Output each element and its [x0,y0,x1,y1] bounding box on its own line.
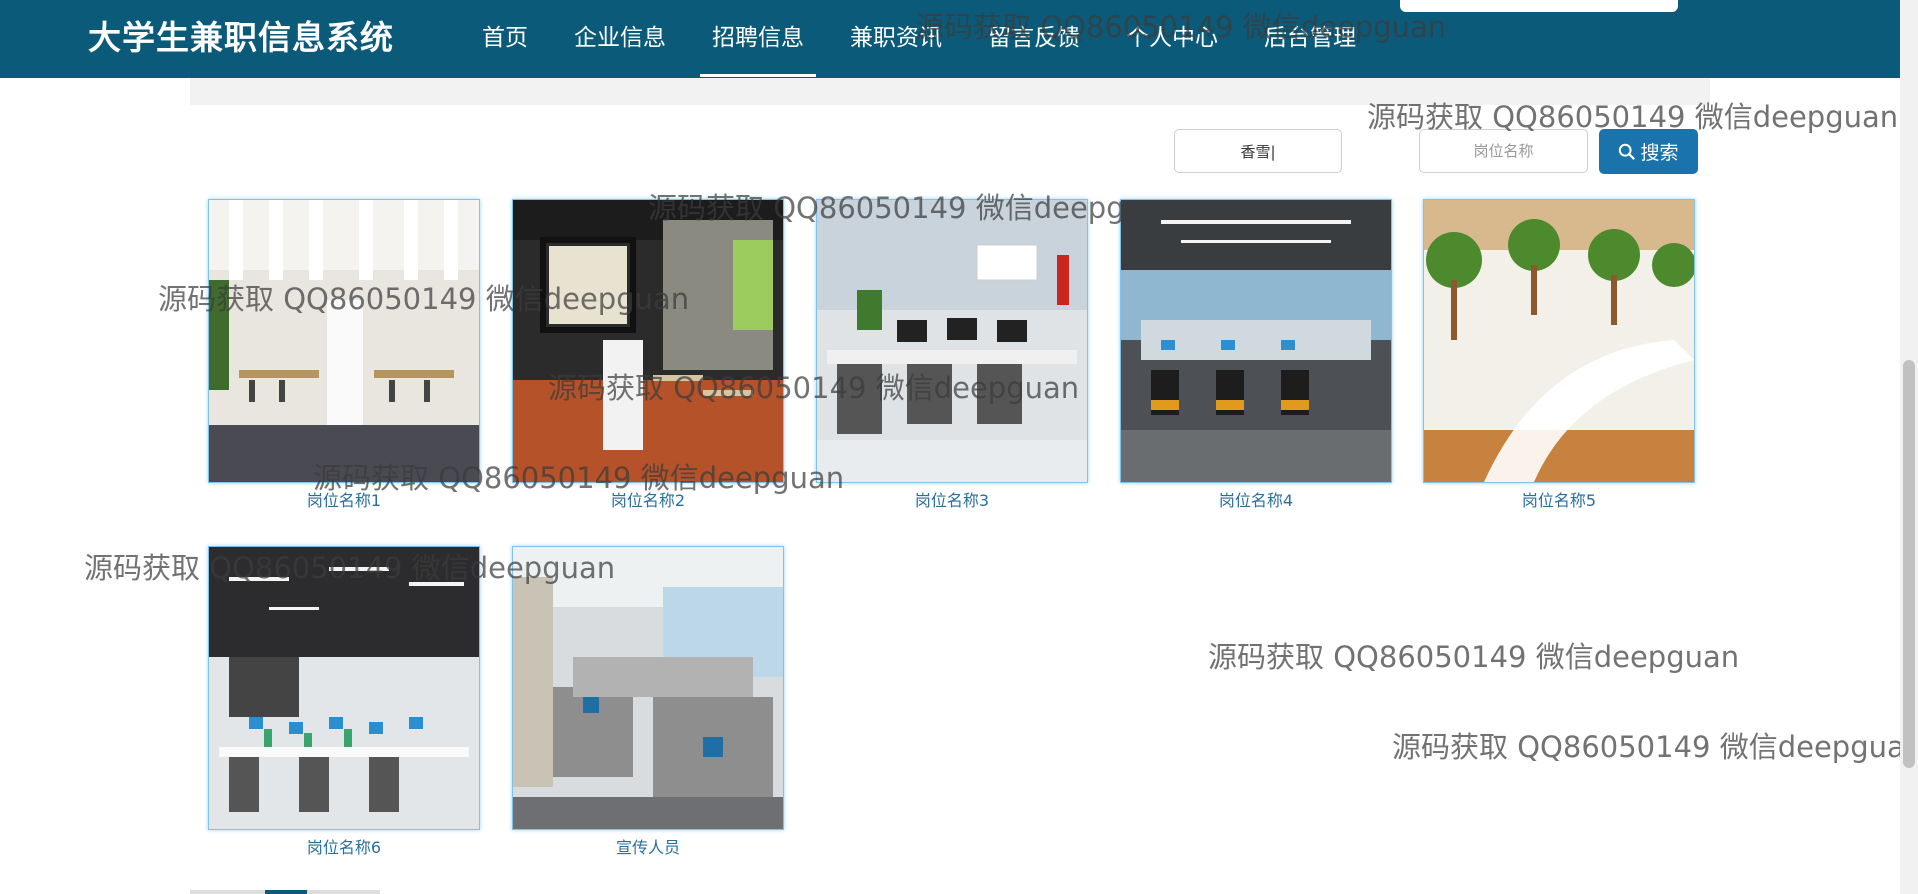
page-scrollbar[interactable] [1900,0,1918,894]
job-title[interactable]: 宣传人员 [512,838,784,858]
pagination [190,890,380,894]
job-title[interactable]: 岗位名称5 [1423,491,1695,511]
banner-bottom-strip [190,78,1710,105]
job-photo-green-lounge[interactable] [1423,199,1695,483]
job-title[interactable]: 岗位名称2 [512,491,784,511]
job-photo-workstation-office[interactable] [816,199,1088,483]
nav-admin[interactable]: 后台管理 [1252,0,1368,78]
job-title[interactable]: 岗位名称1 [208,491,480,511]
job-photo-cubicle-office[interactable] [1120,199,1392,483]
app-title[interactable]: 大学生兼职信息系统 [88,18,394,58]
job-card[interactable]: 岗位名称4 [1120,199,1392,511]
nav-personal-center[interactable]: 个人中心 [1114,0,1230,78]
job-photo-bright-office[interactable] [208,199,480,483]
job-photo-cafe-office[interactable] [512,199,784,483]
nav-recruitment-info[interactable]: 招聘信息 [700,0,816,78]
job-title[interactable]: 岗位名称3 [816,491,1088,511]
job-card[interactable]: 岗位名称6 [208,546,480,858]
nav-parttime-news[interactable]: 兼职资讯 [838,0,954,78]
job-card[interactable]: 岗位名称2 [512,199,784,511]
pagination-current[interactable] [265,890,307,894]
job-card[interactable]: 岗位名称1 [208,199,480,511]
job-card[interactable]: 岗位名称3 [816,199,1088,511]
job-photo-openplan-office[interactable] [208,546,480,830]
search-button-label: 搜索 [1640,142,1679,164]
nav-feedback[interactable]: 留言反馈 [976,0,1092,78]
position-name-input[interactable] [1419,129,1588,173]
scrollbar-thumb[interactable] [1903,360,1915,768]
job-card[interactable]: 宣传人员 [512,546,784,858]
job-title[interactable]: 岗位名称4 [1120,491,1392,511]
job-title[interactable]: 岗位名称6 [208,838,480,858]
watermark-text: 源码获取 QQ86050149 微信deepguan [1208,640,1740,674]
job-photo-partition-office[interactable] [512,546,784,830]
browser-toolbar-fragment [1400,0,1678,12]
main-nav: 首页 企业信息 招聘信息 兼职资讯 留言反馈 个人中心 后台管理 [470,0,1390,78]
search-button[interactable]: 搜索 [1599,129,1698,174]
company-search-input[interactable] [1174,129,1342,173]
nav-company-info[interactable]: 企业信息 [562,0,678,78]
watermark-text: 源码获取 QQ86050149 微信deepguan [1392,730,1918,764]
nav-home[interactable]: 首页 [470,0,540,78]
job-card[interactable]: 岗位名称5 [1423,199,1695,511]
search-icon [1619,143,1636,160]
